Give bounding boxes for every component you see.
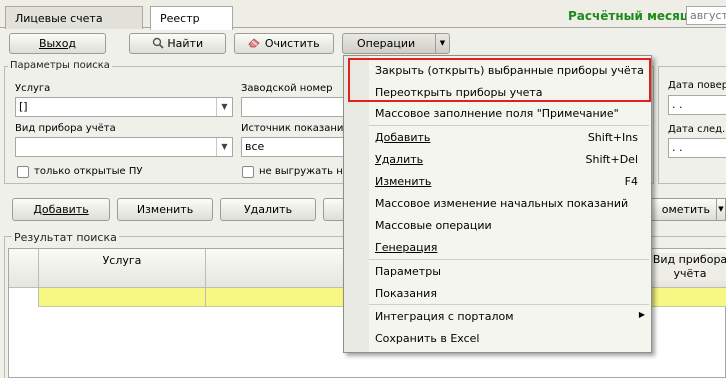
tab-registry[interactable]: Реестр (150, 6, 233, 30)
only-open-label: только открытые ПУ (34, 166, 143, 177)
menu-item-mass-fill-note[interactable]: Массовое заполнение поля "Примечание" (344, 102, 651, 124)
service-value: [] (19, 100, 28, 113)
source-label: Источник показаний (241, 123, 350, 134)
menu-item-mass-operations[interactable]: Массовые операции (344, 214, 651, 236)
search-legend: Параметры поиска (8, 60, 112, 71)
menu-item-label: Массовое изменение начальных показаний (375, 197, 629, 210)
delete-label: Удалить (243, 203, 293, 216)
no-export-checkbox[interactable] (242, 166, 254, 178)
operations-label: Операции (357, 37, 416, 50)
chevron-down-icon: ▼ (435, 34, 449, 53)
device-type-field[interactable]: ▼ (15, 137, 233, 157)
column-header-device-type[interactable]: Вид прибора учёта (645, 253, 726, 281)
menu-item-mass-initial-readings[interactable]: Массовое изменение начальных показаний (344, 192, 651, 214)
add-label: Добавить (33, 203, 89, 216)
find-label: Найти (167, 37, 204, 50)
highlight-frame (348, 58, 651, 102)
menu-item-label: Удалить (375, 153, 424, 166)
exit-button[interactable]: Выход (9, 33, 106, 54)
add-button[interactable]: Добавить (12, 198, 110, 221)
clear-button[interactable]: Очистить (234, 33, 334, 54)
service-label: Услуга (15, 83, 51, 94)
edit-button[interactable]: Изменить (117, 198, 213, 221)
chevron-down-icon[interactable]: ▼ (216, 138, 232, 156)
menu-shortcut: F4 (624, 175, 638, 188)
menu-shortcut: Shift+Ins (587, 131, 638, 144)
menu-item-label: Интеграция с порталом (375, 310, 514, 323)
factory-number-label: Заводской номер (241, 83, 333, 94)
operations-menu: Закрыть (открыть) выбранные приборы учёт… (343, 55, 652, 353)
delete-button[interactable]: Удалить (220, 198, 316, 221)
column-header-service[interactable]: Услуга (39, 254, 205, 267)
factory-number-input[interactable] (241, 97, 351, 117)
menu-item-add[interactable]: Добавить Shift+Ins (344, 126, 651, 148)
results-legend: Результат поиска (12, 231, 119, 244)
eraser-icon (248, 37, 261, 50)
billing-month-label: Расчётный месяц (568, 9, 689, 23)
no-export-label: не выгружать на (259, 166, 343, 177)
menu-shortcut: Shift+Del (585, 153, 638, 166)
clear-label: Очистить (264, 37, 320, 50)
date-next-input[interactable]: . . (668, 138, 726, 158)
menu-item-generation[interactable]: Генерация (344, 236, 651, 258)
billing-month-field[interactable]: август (686, 6, 726, 25)
menu-item-label: Параметры (375, 265, 441, 278)
search-icon (152, 37, 164, 50)
date-check-label: Дата повер (668, 80, 726, 91)
menu-item-portal-integration[interactable]: Интеграция с порталом ▶ (344, 305, 651, 327)
only-open-checkbox[interactable] (17, 166, 29, 178)
menu-item-edit[interactable]: Изменить F4 (344, 170, 651, 192)
mark-label: ометить (661, 203, 710, 216)
service-field[interactable]: [] ▼ (15, 97, 233, 117)
menu-item-delete[interactable]: Удалить Shift+Del (344, 148, 651, 170)
operations-button[interactable]: Операции ▼ (342, 33, 450, 54)
menu-item-label: Массовое заполнение поля "Примечание" (375, 107, 619, 120)
grid-divider (205, 288, 206, 307)
date-next-label: Дата след.п (668, 124, 726, 135)
device-type-label: Вид прибора учёта (15, 123, 116, 134)
find-button[interactable]: Найти (129, 33, 226, 54)
chevron-down-icon[interactable]: ▼ (716, 198, 726, 221)
menu-item-label: Изменить (375, 175, 432, 188)
menu-item-label: Генерация (375, 241, 438, 254)
source-field[interactable]: все (241, 137, 351, 157)
date-check-input[interactable]: . . (668, 95, 726, 115)
menu-item-label: Добавить (375, 131, 431, 144)
menu-item-label: Массовые операции (375, 219, 492, 232)
chevron-right-icon: ▶ (638, 310, 645, 319)
tab-accounts[interactable]: Лицевые счета (5, 6, 143, 29)
exit-label: Выход (38, 37, 77, 50)
edit-label: Изменить (136, 203, 194, 216)
menu-item-readings[interactable]: Показания (344, 282, 651, 304)
menu-item-parameters[interactable]: Параметры (344, 260, 651, 282)
menu-item-save-excel[interactable]: Сохранить в Excel (344, 327, 651, 349)
menu-item-label: Показания (375, 287, 437, 300)
chevron-down-icon[interactable]: ▼ (216, 98, 232, 116)
menu-item-label: Сохранить в Excel (375, 332, 480, 345)
